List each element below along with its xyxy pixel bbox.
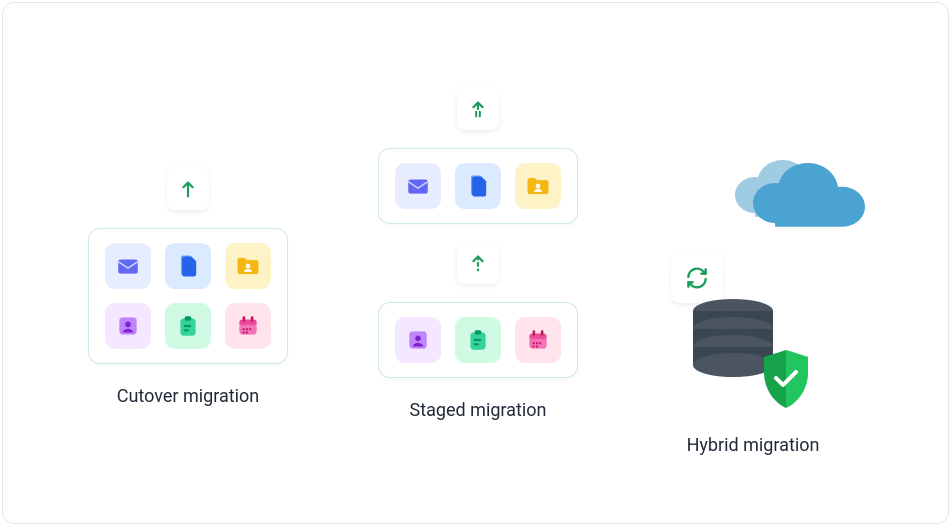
task-icon <box>165 303 211 349</box>
file-icon <box>455 163 501 209</box>
hybrid-graphic <box>623 153 883 413</box>
staged-label: Staged migration <box>410 400 547 421</box>
folder-user-icon <box>515 163 561 209</box>
cutover-column: Cutover migration <box>88 168 288 407</box>
contact-icon <box>105 303 151 349</box>
contact-icon <box>395 317 441 363</box>
calendar-icon <box>515 317 561 363</box>
calendar-icon <box>225 303 271 349</box>
file-icon <box>165 243 211 289</box>
folder-user-icon <box>225 243 271 289</box>
migration-diagram: Cutover migration <box>2 2 949 524</box>
arrow-up-dashed-icon <box>457 242 499 284</box>
cutover-label: Cutover migration <box>117 386 259 407</box>
cutover-data-group <box>88 228 288 364</box>
mail-icon <box>395 163 441 209</box>
mail-icon <box>105 243 151 289</box>
shield-check-icon <box>759 348 813 414</box>
hybrid-column: Hybrid migration <box>623 153 883 456</box>
arrow-up-icon <box>167 168 209 210</box>
hybrid-label: Hybrid migration <box>687 435 820 456</box>
task-icon <box>455 317 501 363</box>
staged-data-group-top <box>378 148 578 224</box>
staged-column: Staged migration <box>378 88 578 421</box>
cloud-icon <box>723 153 873 247</box>
staged-data-group-bottom <box>378 302 578 378</box>
arrow-up-pause-icon <box>457 88 499 130</box>
